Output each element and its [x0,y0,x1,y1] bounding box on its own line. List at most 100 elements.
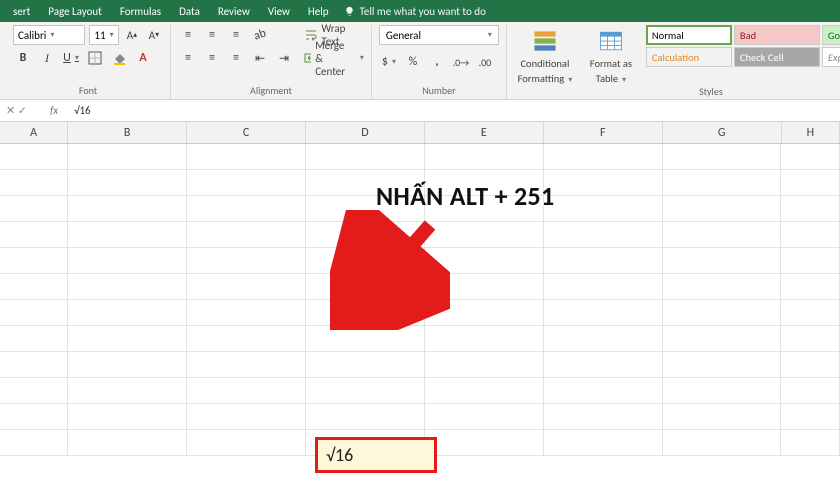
align-right-button[interactable]: ≡ [226,48,246,68]
cell[interactable] [68,326,187,351]
underline-button[interactable]: U▾ [61,48,81,68]
column-headers[interactable]: ABCDEFGH [0,122,840,144]
orientation-button[interactable]: ab [250,25,270,45]
cell[interactable] [187,352,306,377]
increase-font-button[interactable]: A▴ [123,26,141,44]
tab-data[interactable]: Data [170,0,209,22]
cell[interactable] [187,326,306,351]
cell[interactable] [663,430,782,455]
cell[interactable] [663,274,782,299]
cell[interactable] [781,300,840,325]
cell[interactable] [0,170,68,195]
fx-label[interactable]: fx [40,104,68,117]
align-bottom-button[interactable]: ≡ [226,25,246,45]
style-normal[interactable]: Normal [646,25,732,45]
cell[interactable] [187,430,306,455]
borders-button[interactable] [85,48,105,68]
align-middle-button[interactable]: ≡ [202,25,222,45]
merge-center-button[interactable]: Merge & Center▾ [304,48,364,68]
cell[interactable] [68,222,187,247]
cell[interactable] [663,222,782,247]
cell[interactable] [781,222,840,247]
cell[interactable] [187,248,306,273]
cell[interactable] [544,222,663,247]
cell[interactable] [187,300,306,325]
cell[interactable] [544,326,663,351]
col-header-H[interactable]: H [782,122,840,143]
cell[interactable] [306,404,425,429]
cell[interactable] [663,248,782,273]
style-bad[interactable]: Bad [734,25,820,45]
cell[interactable] [68,430,187,455]
cell[interactable] [187,144,306,169]
cell[interactable] [0,430,68,455]
col-header-A[interactable]: A [0,122,68,143]
cell[interactable] [781,196,840,221]
cell[interactable] [187,404,306,429]
cell[interactable] [0,196,68,221]
cell[interactable] [781,274,840,299]
cell[interactable] [663,326,782,351]
cell[interactable] [187,196,306,221]
cell[interactable] [0,352,68,377]
fill-color-button[interactable] [109,48,129,68]
decrease-indent-button[interactable]: ⇤ [250,48,270,68]
cell[interactable] [187,378,306,403]
cell[interactable] [0,222,68,247]
cell[interactable] [425,430,544,455]
cell[interactable] [425,404,544,429]
style-check-cell[interactable]: Check Cell [734,47,820,67]
cell[interactable] [306,378,425,403]
format-as-table-button[interactable]: Format as Table▾ [580,25,642,85]
cell[interactable] [781,404,840,429]
cell[interactable] [663,300,782,325]
cell[interactable] [781,170,840,195]
cell[interactable] [663,378,782,403]
cell[interactable] [187,170,306,195]
cell[interactable] [663,352,782,377]
tab-help[interactable]: Help [299,0,338,22]
col-header-F[interactable]: F [544,122,663,143]
highlighted-cell[interactable]: √16 [315,437,437,473]
cell[interactable] [544,352,663,377]
tab-insert[interactable]: sert [4,0,39,22]
cell[interactable] [68,404,187,429]
cell[interactable] [781,430,840,455]
font-size-select[interactable]: 11▾ [89,25,119,45]
cell[interactable] [544,274,663,299]
cell[interactable] [0,378,68,403]
cell[interactable] [544,404,663,429]
tab-view[interactable]: View [259,0,299,22]
tell-me[interactable]: Tell me what you want to do [344,5,486,18]
cell[interactable] [68,352,187,377]
tab-review[interactable]: Review [209,0,259,22]
decrease-font-button[interactable]: A▾ [145,26,163,44]
font-name-select[interactable]: Calibri▾ [13,25,85,45]
cell[interactable] [306,144,425,169]
cell[interactable] [68,274,187,299]
cell[interactable] [544,144,663,169]
increase-indent-button[interactable]: ⇥ [274,48,294,68]
cell[interactable] [0,300,68,325]
cell[interactable] [781,326,840,351]
cell[interactable] [544,300,663,325]
style-explanatory[interactable]: Explanatory . [822,47,840,67]
cell[interactable] [544,378,663,403]
decrease-decimal-button[interactable]: .00 [475,52,495,72]
align-left-button[interactable]: ≡ [178,48,198,68]
align-center-button[interactable]: ≡ [202,48,222,68]
percent-format-button[interactable]: % [403,52,423,72]
cell[interactable] [0,248,68,273]
cell[interactable] [544,248,663,273]
style-calculation[interactable]: Calculation [646,47,732,67]
col-header-D[interactable]: D [306,122,425,143]
number-format-select[interactable]: General▾ [379,25,499,45]
cell[interactable] [663,170,782,195]
align-top-button[interactable]: ≡ [178,25,198,45]
cell[interactable] [781,352,840,377]
cell[interactable] [68,170,187,195]
comma-format-button[interactable]: , [427,52,447,72]
cell[interactable] [68,300,187,325]
cell[interactable] [544,170,663,195]
cell[interactable] [781,248,840,273]
